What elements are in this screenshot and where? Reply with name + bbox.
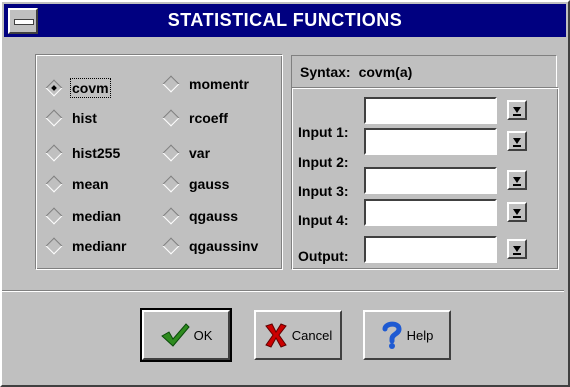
radio-label: medianr bbox=[72, 238, 127, 254]
dropdown-arrow-icon[interactable] bbox=[507, 100, 527, 120]
radio-label: mean bbox=[72, 176, 109, 192]
input-3-row: Input 3: bbox=[298, 183, 361, 199]
dropdown-arrow-icon[interactable] bbox=[507, 131, 527, 151]
radio-icon bbox=[45, 175, 63, 193]
radio-var[interactable]: var bbox=[162, 144, 211, 162]
title-bar[interactable]: STATISTICAL FUNCTIONS bbox=[4, 4, 566, 37]
input-4-field[interactable] bbox=[364, 199, 497, 226]
radio-label: qgaussinv bbox=[189, 238, 259, 254]
output-field[interactable] bbox=[364, 236, 497, 263]
radio-label: gauss bbox=[189, 176, 230, 192]
input-1-row: Input 1: bbox=[298, 124, 361, 140]
x-icon bbox=[264, 322, 288, 348]
ok-label: OK bbox=[193, 327, 213, 343]
radio-covm[interactable]: covm bbox=[45, 78, 111, 98]
radio-gauss[interactable]: gauss bbox=[162, 175, 230, 193]
radio-rcoeff[interactable]: rcoeff bbox=[162, 109, 228, 127]
separator bbox=[2, 290, 564, 292]
window-title: STATISTICAL FUNCTIONS bbox=[167, 10, 403, 30]
input-1-label: Input 1: bbox=[298, 124, 349, 140]
radio-icon bbox=[162, 109, 180, 127]
radio-label: covm bbox=[70, 78, 111, 98]
radio-label: hist bbox=[72, 110, 97, 126]
radio-momentr[interactable]: momentr bbox=[162, 75, 249, 93]
radio-medianr[interactable]: medianr bbox=[45, 237, 127, 255]
radio-icon bbox=[45, 109, 63, 127]
radio-label: median bbox=[72, 208, 122, 224]
radio-median[interactable]: median bbox=[45, 207, 122, 225]
input-2-row: Input 2: bbox=[298, 154, 361, 170]
radio-icon bbox=[162, 237, 180, 255]
dropdown-arrow-icon[interactable] bbox=[507, 202, 527, 222]
checkmark-icon bbox=[160, 322, 190, 348]
radio-mean[interactable]: mean bbox=[45, 175, 109, 193]
syntax-label: Syntax: bbox=[300, 64, 351, 80]
radio-label: hist255 bbox=[72, 145, 121, 161]
input-3-label: Input 3: bbox=[298, 183, 349, 199]
input-4-row: Input 4: bbox=[298, 212, 361, 228]
input-1-field[interactable] bbox=[364, 97, 497, 124]
radio-qgaussinv[interactable]: qgaussinv bbox=[162, 237, 259, 255]
radio-label: qgauss bbox=[189, 208, 239, 224]
help-button[interactable]: Help bbox=[363, 310, 451, 360]
dropdown-arrow-icon[interactable] bbox=[507, 239, 527, 259]
radio-qgauss[interactable]: qgauss bbox=[162, 207, 239, 225]
radio-icon bbox=[45, 207, 63, 225]
dropdown-arrow-icon[interactable] bbox=[507, 170, 527, 190]
help-label: Help bbox=[406, 327, 434, 343]
radio-selected-icon bbox=[45, 79, 63, 97]
radio-icon bbox=[45, 144, 63, 162]
radio-label: momentr bbox=[189, 76, 249, 92]
input-4-label: Input 4: bbox=[298, 212, 349, 228]
radio-icon bbox=[162, 175, 180, 193]
radio-hist255[interactable]: hist255 bbox=[45, 144, 121, 162]
ok-button[interactable]: OK bbox=[140, 308, 232, 362]
system-menu-icon[interactable] bbox=[8, 8, 38, 34]
input-2-label: Input 2: bbox=[298, 154, 349, 170]
output-row: Output: bbox=[298, 248, 361, 264]
syntax-display: Syntax: covm(a) bbox=[291, 55, 557, 89]
radio-icon bbox=[162, 75, 180, 93]
radio-icon bbox=[45, 237, 63, 255]
radio-label: var bbox=[189, 145, 211, 161]
input-3-field[interactable] bbox=[364, 167, 497, 194]
cancel-label: Cancel bbox=[291, 327, 333, 343]
question-icon bbox=[381, 320, 403, 350]
radio-icon bbox=[162, 144, 180, 162]
radio-hist[interactable]: hist bbox=[45, 109, 97, 127]
radio-icon bbox=[162, 207, 180, 225]
cancel-button[interactable]: Cancel bbox=[254, 310, 342, 360]
radio-label: rcoeff bbox=[189, 110, 228, 126]
input-2-field[interactable] bbox=[364, 128, 497, 155]
syntax-value: covm(a) bbox=[358, 64, 413, 80]
output-label: Output: bbox=[298, 248, 349, 264]
